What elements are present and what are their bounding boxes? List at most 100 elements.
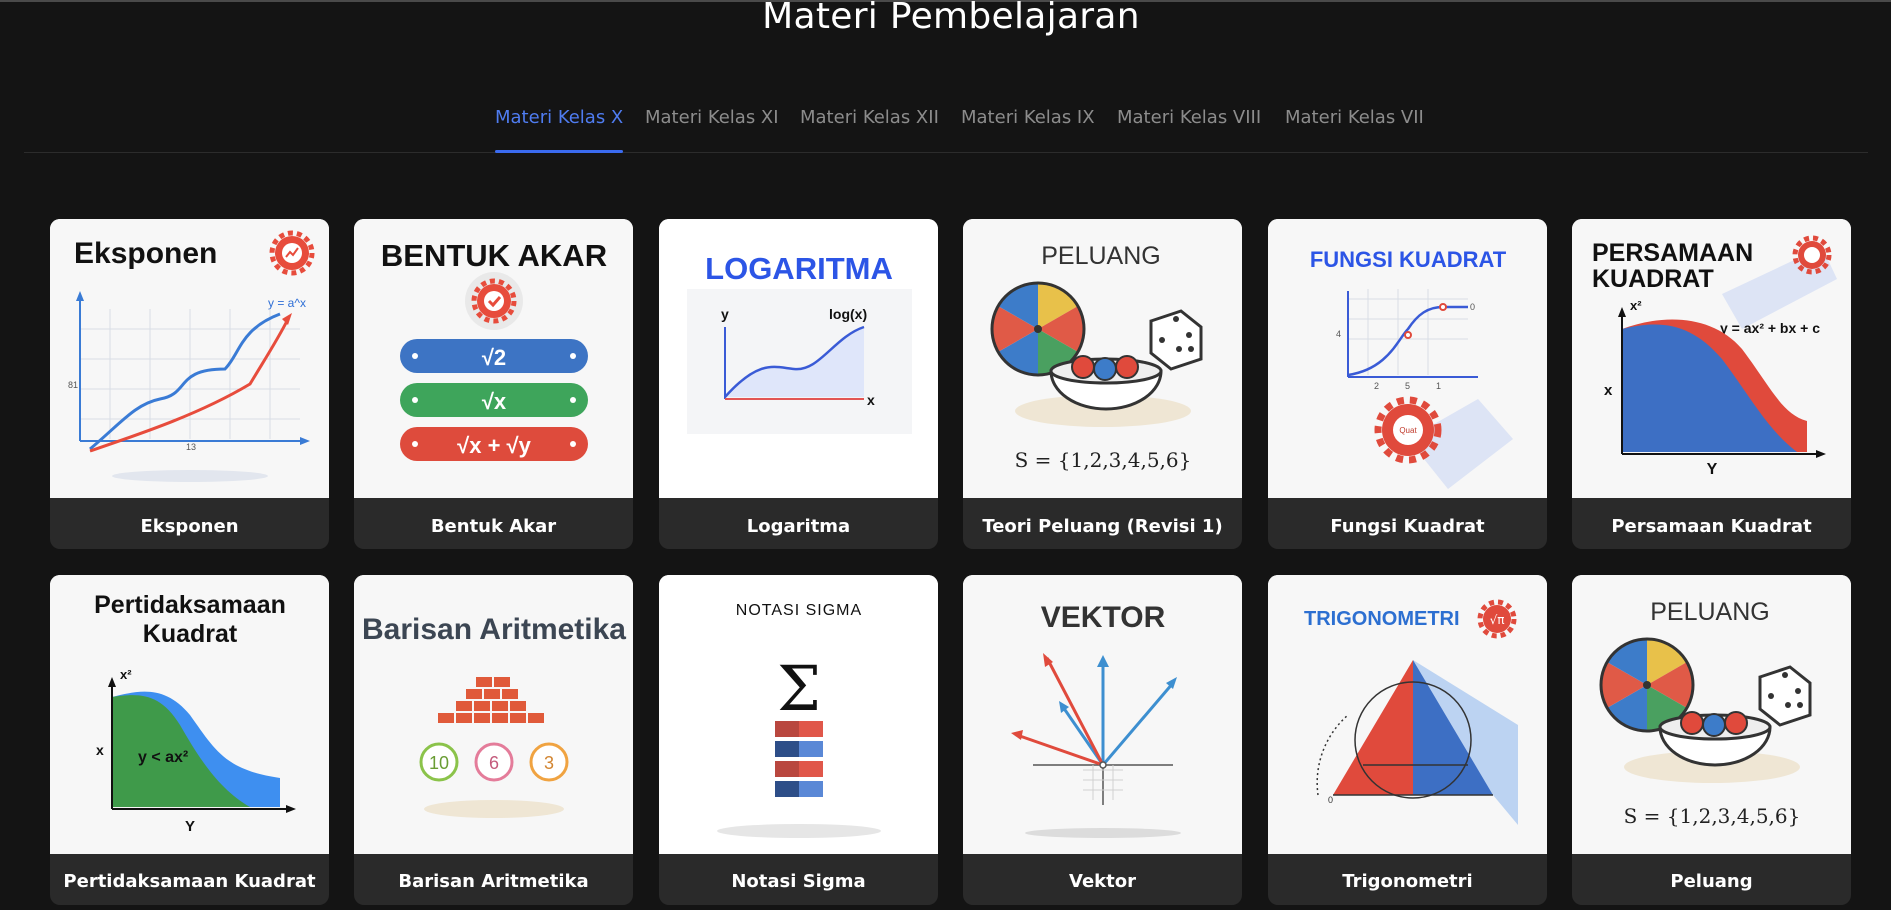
sigma-illustration: NOTASI SIGMA Σ — [659, 575, 938, 854]
tick: 4 — [1336, 329, 1341, 339]
card-teori-peluang[interactable]: PELUANG S = {1,2,3,4,5,6} Teori Peluang … — [963, 219, 1242, 549]
log-illustration: LOGARITMA y log(x) x — [659, 219, 938, 498]
thumbnail-logaritma: LOGARITMA y log(x) x — [659, 219, 938, 498]
tab-materi-kelas-ix[interactable]: Materi Kelas IX — [961, 98, 1095, 152]
thumbnail-peluang: PELUANG S = {1,2,3,4,5,6} — [963, 219, 1242, 498]
thumb-title: Eksponen — [74, 237, 217, 270]
thumbnail-pertidaksamaan-kuadrat: Pertidaksamaan Kuadrat x² y < ax² x Y — [50, 575, 329, 854]
card-label: Logaritma — [746, 516, 851, 537]
tab-materi-kelas-viii[interactable]: Materi Kelas VIII — [1117, 98, 1261, 152]
quadratic-inequality-illustration: Pertidaksamaan Kuadrat x² y < ax² x Y — [50, 575, 329, 854]
thumbnail-fungsi-kuadrat: FUNGSI KUADRAT 4 2 5 1 0 Quat — [1268, 219, 1547, 498]
quadratic-equation-illustration: PERSAMAAN KUADRAT x² y = ax² + bx + c x … — [1572, 219, 1851, 498]
card-pertidaksamaan-kuadrat[interactable]: Pertidaksamaan Kuadrat x² y < ax² x Y Pe… — [50, 575, 329, 905]
thumb-title: Barisan Aritmetika — [362, 613, 626, 646]
card-barisan-aritmetika[interactable]: Barisan Aritmetika 10 6 3 Barisan Aritme… — [354, 575, 633, 905]
radical-illustration: BENTUK AKAR √2 √x √x + √y — [354, 219, 633, 498]
axis-zero: 0 — [1328, 795, 1333, 805]
dice-icon — [1758, 665, 1812, 727]
thumbnail-bentuk-akar: BENTUK AKAR √2 √x √x + √y — [354, 219, 633, 498]
pill-text: √x + √y — [457, 433, 531, 458]
card-persamaan-kuadrat[interactable]: PERSAMAAN KUADRAT x² y = ax² + bx + c x … — [1572, 219, 1851, 549]
class-tabs: Materi Kelas X Materi Kelas XI Materi Ke… — [24, 98, 1868, 153]
thumb-y-label: x² — [120, 667, 132, 682]
card-label: Bentuk Akar — [430, 516, 557, 537]
gear-badge: √π — [1490, 613, 1505, 627]
gear-icon: √π — [1477, 599, 1517, 639]
thumb-axis-y: Y — [185, 818, 195, 835]
thumb-formula: y < ax² — [138, 749, 188, 766]
card-label: Fungsi Kuadrat — [1330, 516, 1485, 537]
dice-icon — [1149, 309, 1203, 371]
thumb-title: PELUANG — [1650, 598, 1769, 626]
gear-icon — [1792, 235, 1832, 275]
card-notasi-sigma[interactable]: NOTASI SIGMA Σ Notasi Sigma — [659, 575, 938, 905]
tab-materi-kelas-vii[interactable]: Materi Kelas VII — [1285, 98, 1424, 152]
card-trigonometri[interactable]: TRIGONOMETRI √π 0 Trigonometri — [1268, 575, 1547, 905]
thumb-x-label: x — [867, 392, 875, 408]
thumb-axis-y: Y — [1707, 461, 1718, 478]
card-logaritma[interactable]: LOGARITMA y log(x) x Logaritma — [659, 219, 938, 549]
tick: 1 — [1436, 381, 1441, 391]
thumb-title-line2: Kuadrat — [143, 620, 238, 648]
thumb-title: LOGARITMA — [705, 251, 893, 286]
card-label: Teori Peluang (Revisi 1) — [982, 516, 1223, 537]
gear-check-icon — [465, 272, 523, 330]
card-peluang[interactable]: PELUANG S = {1,2,3,4,5,6} Peluang — [1572, 575, 1851, 905]
tick: 5 — [1405, 381, 1410, 391]
sequence-value: 6 — [489, 753, 499, 773]
thumbnail-barisan-aritmetika: Barisan Aritmetika 10 6 3 — [354, 575, 633, 854]
card-vektor[interactable]: VEKTOR Vektor — [963, 575, 1242, 905]
tab-materi-kelas-xii[interactable]: Materi Kelas XII — [800, 98, 939, 152]
probability-illustration: PELUANG S = {1,2,3,4,5,6} — [963, 219, 1242, 498]
quadratic-function-illustration: FUNGSI KUADRAT 4 2 5 1 0 Quat — [1268, 219, 1547, 498]
sequence-value: 3 — [544, 753, 554, 773]
thumb-formula: S = {1,2,3,4,5,6} — [1624, 804, 1801, 828]
card-label: Trigonometri — [1342, 871, 1473, 892]
card-eksponen[interactable]: Eksponen y = a^x 81 13 Eksponen — [50, 219, 329, 549]
tab-materi-kelas-x[interactable]: Materi Kelas X — [495, 98, 624, 153]
thumb-y-label: x² — [1630, 298, 1642, 313]
thumb-title: FUNGSI KUADRAT — [1310, 247, 1507, 272]
thumbnail-trigonometri: TRIGONOMETRI √π 0 — [1268, 575, 1547, 854]
pill-text: √x — [482, 389, 507, 414]
thumbnail-eksponen: Eksponen y = a^x 81 13 — [50, 219, 329, 498]
tab-materi-kelas-xi[interactable]: Materi Kelas XI — [645, 98, 779, 152]
thumb-title-line2: KUADRAT — [1592, 265, 1714, 293]
thumb-formula: log(x) — [829, 306, 867, 322]
card-label: Peluang — [1670, 871, 1753, 892]
thumbnail-peluang-2: PELUANG S = {1,2,3,4,5,6} — [1572, 575, 1851, 854]
card-fungsi-kuadrat[interactable]: FUNGSI KUADRAT 4 2 5 1 0 Quat Fungsi Kua… — [1268, 219, 1547, 549]
exponent-illustration: Eksponen y = a^x 81 13 — [50, 219, 329, 498]
thumb-formula: y = a^x — [268, 296, 306, 310]
arithmetic-sequence-illustration: Barisan Aritmetika 10 6 3 — [354, 575, 633, 854]
thumb-formula: S = {1,2,3,4,5,6} — [1015, 448, 1192, 472]
thumb-title: TRIGONOMETRI — [1304, 608, 1460, 630]
thumbnail-persamaan-kuadrat: PERSAMAAN KUADRAT x² y = ax² + bx + c x … — [1572, 219, 1851, 498]
thumb-title: BENTUK AKAR — [381, 238, 607, 273]
page-title: Materi Pembelajaran — [762, 0, 1140, 37]
vector-illustration: VEKTOR — [963, 575, 1242, 854]
thumb-axis-x: x — [1604, 382, 1613, 399]
card-label: Eksponen — [140, 516, 239, 537]
tick: 0 — [1470, 302, 1475, 312]
thumb-title: NOTASI SIGMA — [736, 602, 862, 619]
thumb-formula: y = ax² + bx + c — [1720, 320, 1820, 336]
sequence-value: 10 — [429, 753, 449, 773]
thumbnail-vektor: VEKTOR — [963, 575, 1242, 854]
trigonometry-illustration: TRIGONOMETRI √π 0 — [1268, 575, 1547, 854]
thumb-y-label: y — [721, 306, 729, 322]
card-label: Notasi Sigma — [731, 871, 866, 892]
thumb-axis-x: x — [96, 742, 104, 758]
thumb-title-line1: Pertidaksamaan — [94, 591, 286, 619]
thumbnail-notasi-sigma: NOTASI SIGMA Σ — [659, 575, 938, 854]
card-label: Persamaan Kuadrat — [1611, 516, 1812, 537]
probability-illustration: PELUANG S = {1,2,3,4,5,6} — [1572, 575, 1851, 854]
tick: 2 — [1374, 381, 1379, 391]
thumb-x-tick: 13 — [186, 442, 196, 452]
card-label: Vektor — [1069, 871, 1136, 892]
gear-badge: Quat — [1399, 426, 1417, 435]
card-label: Pertidaksamaan Kuadrat — [63, 871, 316, 892]
thumb-title-line1: PERSAMAAN — [1592, 239, 1753, 267]
card-bentuk-akar[interactable]: BENTUK AKAR √2 √x √x + √y Bentuk Akar — [354, 219, 633, 549]
